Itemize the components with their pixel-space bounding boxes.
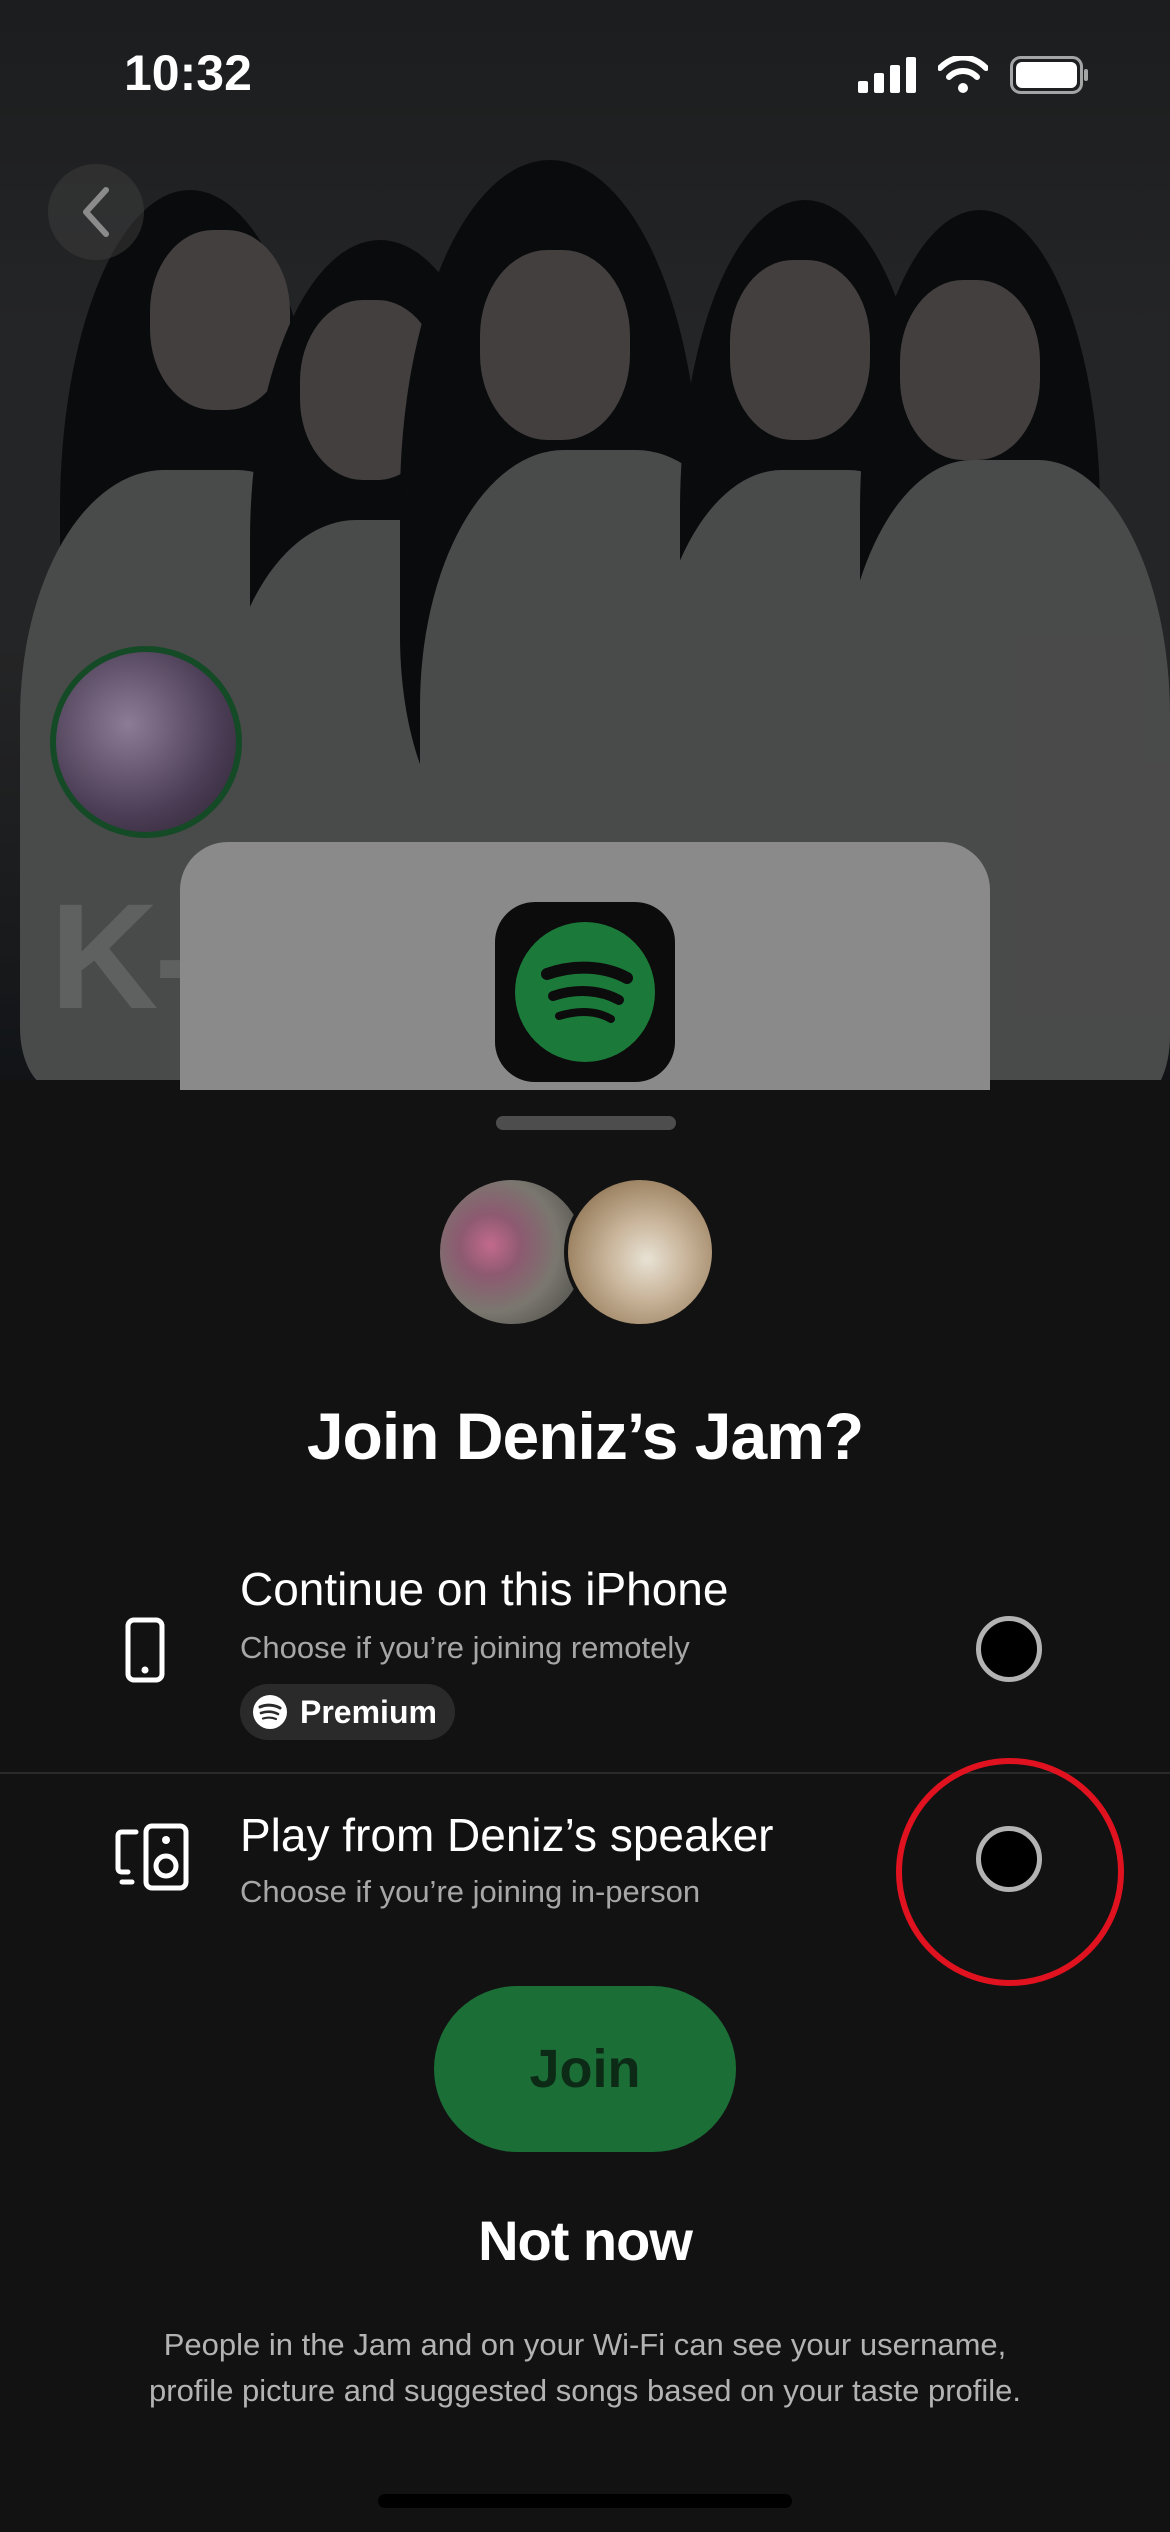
jam-host-avatar	[564, 1176, 716, 1328]
option-sublabel: Choose if you’re joining in-person	[240, 1874, 701, 1909]
spotify-app-icon	[495, 902, 675, 1082]
playlist-title-partial: K-	[50, 872, 204, 1040]
speaker-device-icon	[115, 1823, 189, 1891]
signal-icon	[858, 57, 916, 93]
back-arrow-icon	[83, 187, 109, 237]
sheet-title: Join Deniz’s Jam?	[306, 1399, 864, 1473]
option-label: Continue on this iPhone	[240, 1563, 729, 1615]
status-time: 10:32	[124, 45, 252, 101]
wifi-icon	[938, 56, 988, 93]
highlight-annotation-circle	[896, 1758, 1124, 1986]
phone-icon	[125, 1617, 165, 1683]
friend-activity-avatar[interactable]	[50, 646, 242, 838]
back-button[interactable]	[48, 164, 144, 260]
not-now-button[interactable]: Not now	[385, 2200, 785, 2280]
premium-badge: Premium	[240, 1684, 455, 1740]
status-icons	[858, 56, 1090, 94]
battery-icon	[1010, 56, 1088, 94]
premium-badge-label: Premium	[300, 1693, 437, 1730]
home-indicator[interactable]	[378, 2494, 792, 2508]
option-sublabel: Choose if you’re joining remotely	[240, 1630, 690, 1665]
spotify-logo-icon	[253, 1695, 287, 1729]
spotify-logo-icon	[515, 922, 655, 1062]
privacy-disclaimer: People in the Jam and on your Wi-Fi can …	[149, 2327, 1021, 2408]
radio-continue-on-iphone[interactable]	[976, 1616, 1042, 1682]
sheet-grabber[interactable]	[496, 1116, 676, 1130]
join-button[interactable]: Join	[434, 1986, 736, 2152]
option-label: Play from Deniz’s speaker	[240, 1809, 774, 1861]
